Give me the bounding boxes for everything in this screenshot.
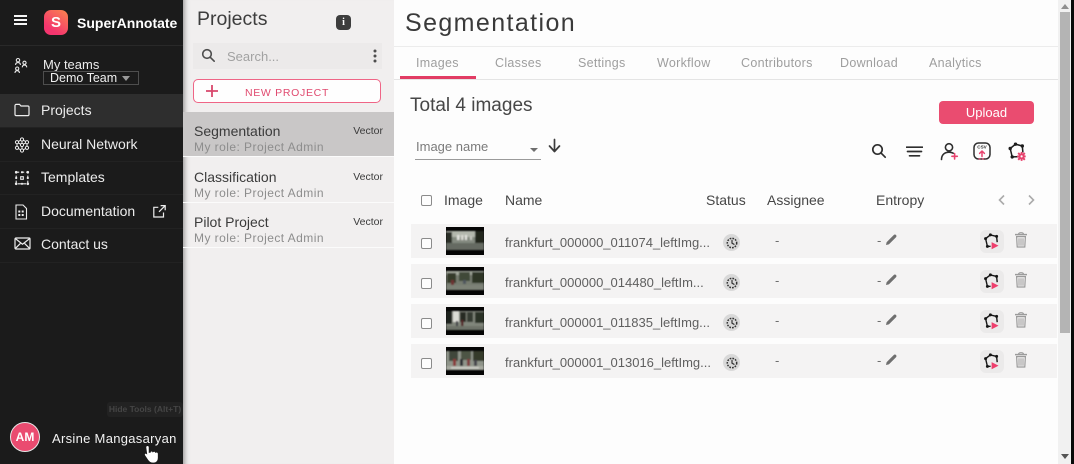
svg-text:CSV: CSV xyxy=(977,145,987,150)
